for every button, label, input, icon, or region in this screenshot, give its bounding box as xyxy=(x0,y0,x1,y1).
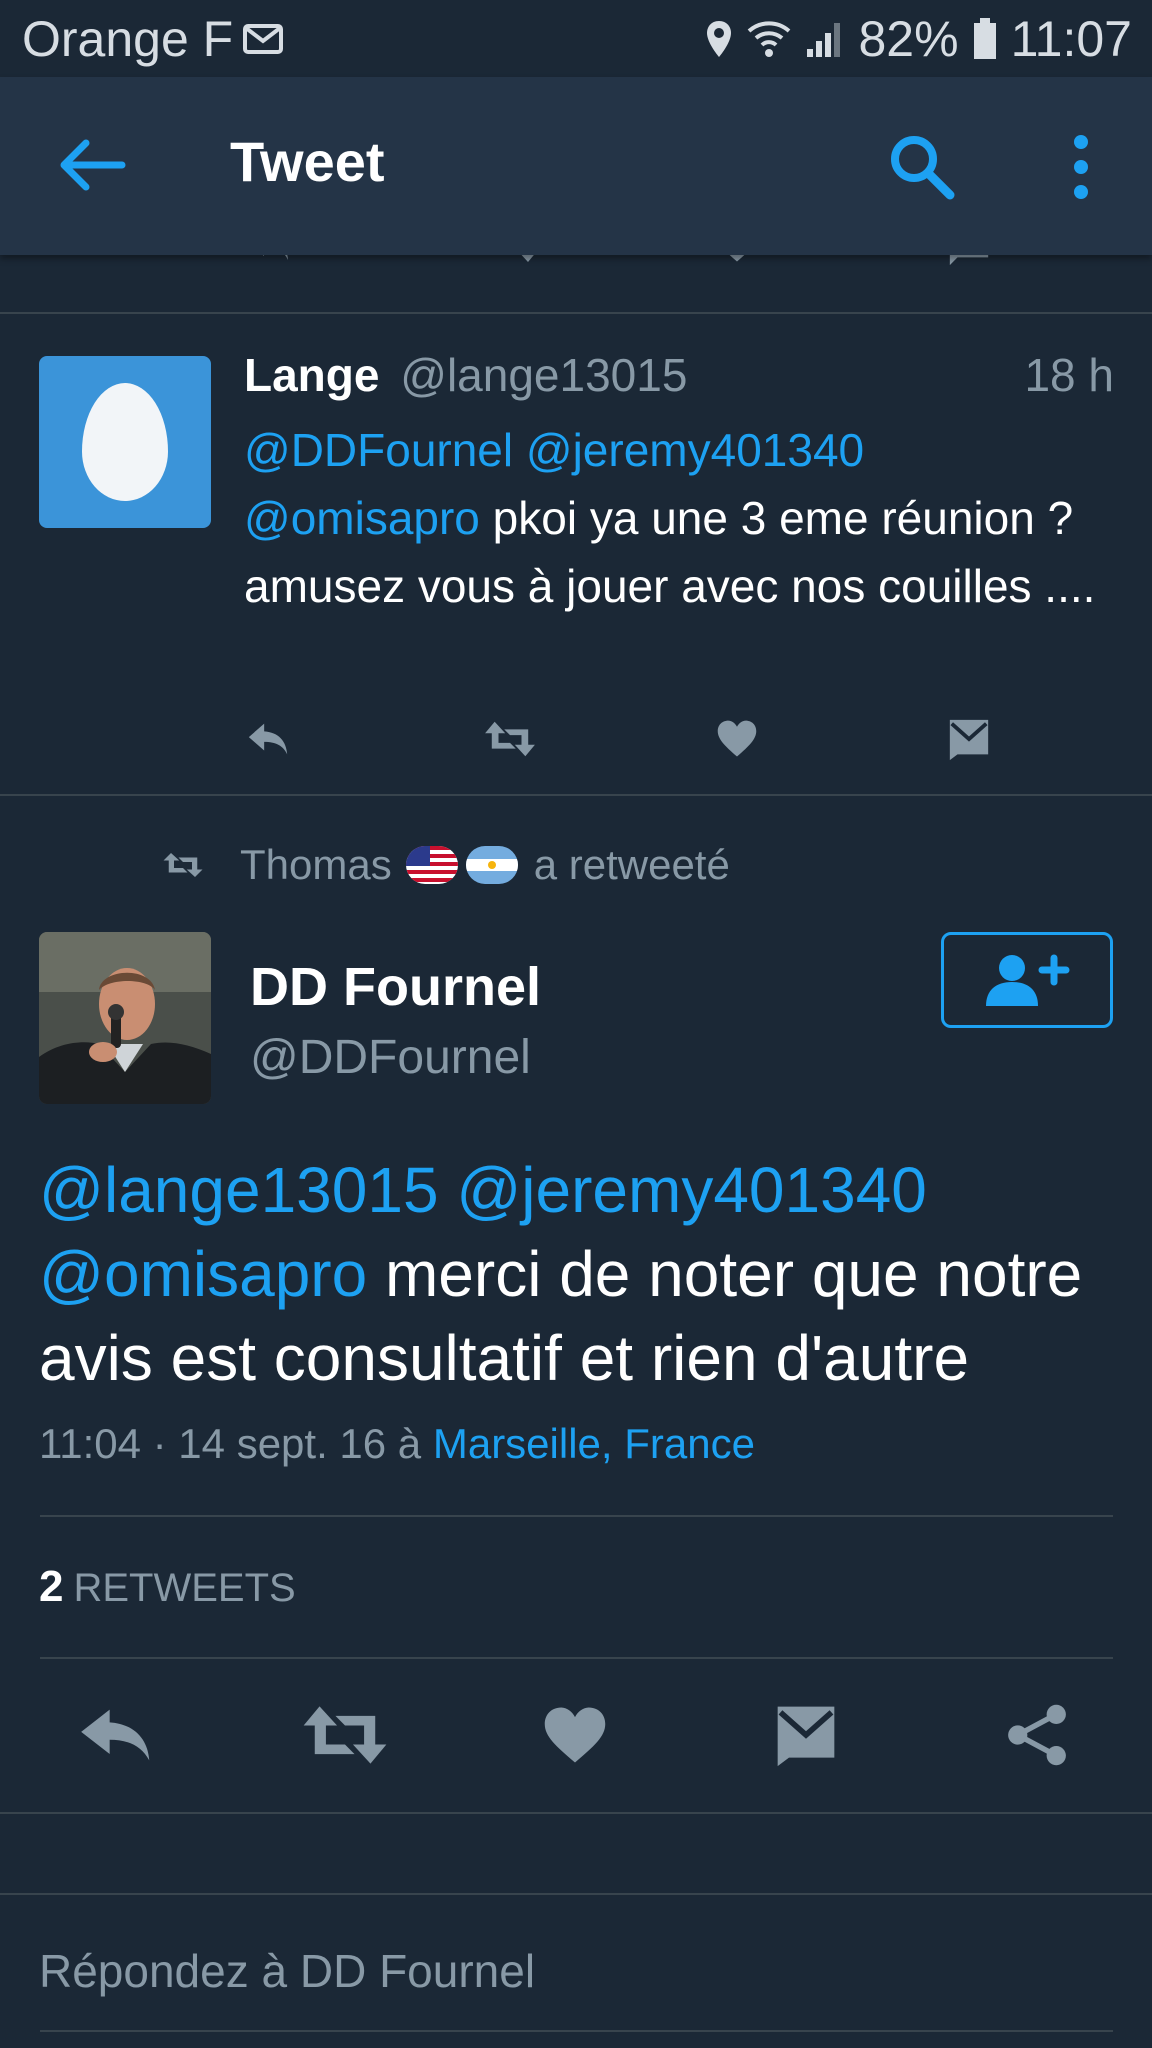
tweet-text: @DDFournel @jeremy401340 @omisapro pkoi … xyxy=(244,416,1104,620)
like-icon[interactable] xyxy=(542,1700,608,1770)
divider xyxy=(0,1893,1152,1895)
direct-message-icon[interactable] xyxy=(946,716,992,762)
avatar[interactable] xyxy=(39,932,211,1104)
carrier-name: Orange F xyxy=(22,10,234,67)
location-icon xyxy=(706,20,731,57)
mention-link[interactable]: @omisapro xyxy=(244,492,480,544)
retweet-icon[interactable] xyxy=(480,716,540,762)
battery-icon xyxy=(973,17,996,59)
retweeted-label: a retweeté xyxy=(533,841,730,888)
divider xyxy=(40,1515,1113,1517)
retweeter-name: Thomas xyxy=(240,841,392,888)
user-handle[interactable]: @lange13015 xyxy=(400,349,687,401)
retweet-count-number: 2 xyxy=(39,1562,64,1611)
user-handle[interactable]: @DDFournel xyxy=(250,1030,531,1085)
tweet-header: Lange @lange13015 18 h xyxy=(244,348,1114,402)
more-vert-icon[interactable] xyxy=(1063,134,1099,200)
retweet-count[interactable]: 2 RETWEETS xyxy=(39,1562,296,1612)
divider xyxy=(40,1657,1113,1659)
tweet-detail-screen: Orange F 82% 11:07 Tweet Lange @lange130… xyxy=(0,0,1152,2048)
tweet-time: 18 h xyxy=(1024,349,1114,401)
app-bar: Tweet xyxy=(0,77,1152,255)
reply-icon[interactable] xyxy=(78,1700,154,1770)
carrier: Orange F xyxy=(22,10,284,68)
mention-link[interactable]: @DDFournel xyxy=(244,424,513,476)
divider xyxy=(0,312,1152,314)
mention-link[interactable]: @omisapro xyxy=(39,1238,367,1310)
battery-percent: 82% xyxy=(858,10,959,67)
reply-input-underline xyxy=(40,2030,1113,2032)
location-link[interactable]: Marseille, France xyxy=(433,1420,755,1467)
status-icons: 82% 11:07 xyxy=(705,10,1132,68)
back-arrow-icon[interactable] xyxy=(56,135,126,195)
mail-icon xyxy=(243,23,284,54)
retweet-count-label: RETWEETS xyxy=(73,1566,296,1610)
mention-link[interactable]: @jeremy401340 xyxy=(526,424,864,476)
share-icon[interactable] xyxy=(1004,1700,1070,1770)
like-icon[interactable] xyxy=(716,716,758,762)
profile-photo xyxy=(39,932,211,1104)
tweet-timestamp: 11:04 · 14 sept. 16 à xyxy=(39,1420,422,1467)
clock: 11:07 xyxy=(1010,10,1132,67)
search-icon[interactable] xyxy=(886,131,958,203)
page-title: Tweet xyxy=(230,130,385,193)
user-name[interactable]: Lange xyxy=(244,349,379,401)
status-bar: Orange F 82% 11:07 xyxy=(0,0,1152,77)
add-user-icon xyxy=(986,954,1070,1006)
mention-link[interactable]: @jeremy401340 xyxy=(456,1154,927,1226)
follow-button[interactable] xyxy=(941,932,1113,1028)
default-egg-avatar-icon xyxy=(82,383,168,501)
user-name[interactable]: DD Fournel xyxy=(250,956,541,1018)
avatar[interactable] xyxy=(39,356,211,528)
reply-icon[interactable] xyxy=(244,716,292,762)
divider xyxy=(0,1812,1152,1814)
flag-us-icon xyxy=(405,846,458,884)
wifi-icon xyxy=(747,20,790,57)
tweet-text: @lange13015 @jeremy401340 @omisapro merc… xyxy=(39,1148,1119,1400)
direct-message-icon[interactable] xyxy=(772,1700,840,1770)
reply-input[interactable]: Répondez à DD Fournel xyxy=(39,1944,535,1998)
divider xyxy=(0,794,1152,796)
retweeted-by[interactable]: Thomas a retweeté xyxy=(160,840,730,890)
mention-link[interactable]: @lange13015 xyxy=(39,1154,439,1226)
tweet-meta: 11:04 · 14 sept. 16 à Marseille, France xyxy=(39,1420,755,1468)
retweet-icon[interactable] xyxy=(300,1700,390,1770)
signal-icon xyxy=(806,22,840,57)
flag-argentina-icon xyxy=(465,846,518,884)
retweet-icon xyxy=(163,853,203,877)
